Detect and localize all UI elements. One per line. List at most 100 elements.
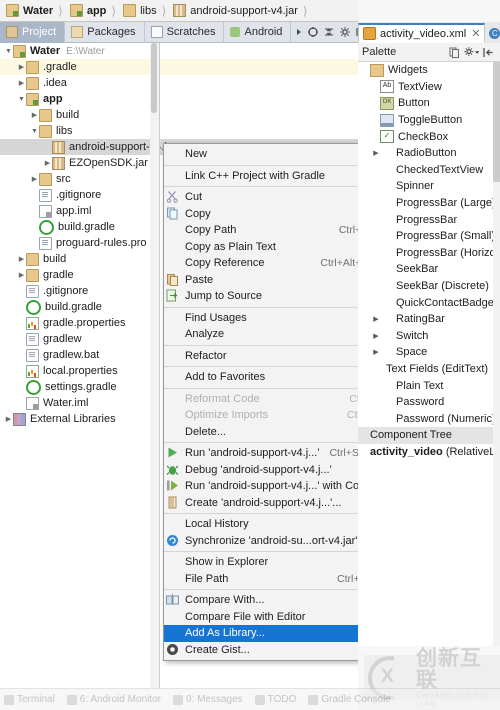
editor-tab-activity-video-xml[interactable]: activity_video.xml ✕ [358, 23, 486, 43]
status-item-0-messages[interactable]: 0: Messages [172, 694, 243, 705]
blank-icon [380, 413, 392, 424]
collapse-all-icon[interactable] [323, 24, 335, 40]
chevron-down-icon[interactable]: ▼ [4, 43, 13, 59]
status-bar[interactable]: Terminal 6: Android Monitor 0: Messages TOD… [0, 688, 500, 710]
chevron-right-icon[interactable]: ▶ [372, 315, 380, 323]
chevron-right-icon[interactable]: ▶ [30, 107, 39, 123]
palette-item-switch[interactable]: ▶ Switch [358, 328, 500, 345]
component-tree-root[interactable]: activity_video (RelativeLayout) [358, 444, 500, 461]
menu-icon-placeholder [166, 626, 181, 640]
palette-copy-icon[interactable] [447, 45, 462, 60]
tree-item--idea[interactable]: ▶ .idea [0, 75, 358, 91]
breadcrumb-item-app[interactable]: app ⟩ [68, 0, 121, 22]
palette-scrollbar[interactable] [493, 62, 500, 646]
palette-item-password[interactable]: Password [358, 394, 500, 411]
palette-item-progressbar-small[interactable]: ProgressBar (Small) [358, 228, 500, 245]
palette-item-ratingbar[interactable]: ▶ RatingBar [358, 311, 500, 328]
palette-item-plain-text[interactable]: Plain Text [358, 377, 500, 394]
palette-item-label: ToggleButton [398, 114, 463, 127]
breadcrumb-item-libs[interactable]: libs ⟩ [121, 0, 171, 22]
palette-item-seekbar[interactable]: SeekBar [358, 261, 500, 278]
chevron-right-icon[interactable]: ▶ [4, 411, 13, 427]
palette-item-button[interactable]: OK Button [358, 95, 500, 112]
file-icon [26, 348, 39, 362]
target-icon[interactable] [307, 24, 319, 40]
file-icon [26, 284, 39, 298]
palette-item-togglebutton[interactable]: ToggleButton [358, 112, 500, 129]
chevron-right-icon[interactable] [295, 24, 303, 40]
chevron-right-icon[interactable]: ▶ [372, 149, 380, 157]
palette-item-label: SeekBar [396, 263, 439, 276]
tree-item-label: Water [30, 45, 61, 57]
iml-icon [26, 396, 39, 410]
chevron-right-icon[interactable]: ▶ [17, 251, 26, 267]
tree-item-app[interactable]: ▼ app [0, 91, 358, 107]
libraries-icon [13, 412, 26, 426]
blank-icon [380, 397, 392, 408]
breadcrumb-label: android-support-v4.jar [190, 4, 298, 17]
chevron-right-icon[interactable]: ▶ [372, 348, 380, 356]
palette-list[interactable]: Widgets Ab TextView OK Button ToggleButton ✓ Ch… [358, 62, 500, 646]
view-tab-scratches[interactable]: Scratches [145, 21, 225, 43]
view-tab-project[interactable]: Project [0, 21, 66, 43]
chevron-down-icon[interactable]: ▼ [17, 91, 26, 107]
palette-item-checkbox[interactable]: ✓ CheckBox [358, 128, 500, 145]
tree-item-label: .gitignore [43, 285, 89, 297]
palette-item-checkedtextview[interactable]: CheckedTextView [358, 162, 500, 179]
tree-item-build[interactable]: ▶ build [0, 107, 358, 123]
tree-scrollbar-thumb[interactable] [151, 43, 157, 113]
status-item-gradle-console[interactable]: Gradle Console [308, 694, 391, 705]
blank-icon [380, 198, 392, 209]
palette-item-quickcontactbadge[interactable]: QuickContactBadge [358, 294, 500, 311]
status-item-todo[interactable]: TODO [254, 694, 296, 705]
togglebutton-icon [380, 113, 394, 127]
palette-hide-icon[interactable] [481, 45, 496, 60]
status-item-terminal[interactable]: Terminal [4, 694, 55, 705]
palette-item-seekbar-discrete[interactable]: SeekBar (Discrete) [358, 278, 500, 295]
breadcrumb-item-android-support-v4-jar[interactable]: android-support-v4.jar ⟩ [171, 0, 312, 22]
chevron-right-icon[interactable]: ▶ [43, 155, 52, 171]
tree-item--gradle[interactable]: ▶ .gradle [0, 59, 358, 75]
tree-item-label: EZOpenSDK.jar [69, 157, 148, 169]
folder-icon [26, 60, 39, 74]
menu-item-label: Optimize Imports [185, 409, 269, 422]
breadcrumb-separator: ⟩ [111, 3, 117, 18]
palette-scrollbar-thumb[interactable] [493, 62, 500, 182]
status-item-6-android-monitor[interactable]: 6: Android Monitor [66, 694, 161, 705]
button-icon: OK [380, 96, 394, 110]
tree-item-libs[interactable]: ▼ libs [0, 123, 358, 139]
palette-item-progressbar-horizontal[interactable]: ProgressBar (Horizontal) [358, 245, 500, 262]
tree-item-water[interactable]: ▼ Water E:\Water [0, 43, 358, 59]
tree-scrollbar[interactable] [150, 43, 160, 688]
chevron-down-icon[interactable]: ▼ [30, 123, 39, 139]
palette-item-progressbar-large[interactable]: ProgressBar (Large) [358, 195, 500, 212]
editor-tab-vi[interactable]: CVi [485, 23, 500, 43]
gradle-icon [26, 379, 41, 395]
menu-item-label: Add to Favorites [185, 371, 266, 384]
palette-item-textview[interactable]: Ab TextView [358, 79, 500, 96]
chevron-right-icon[interactable]: ▶ [30, 171, 39, 187]
palette-item-text-fields-edittext[interactable]: Text Fields (EditText) [358, 361, 500, 378]
paste-icon [166, 273, 181, 287]
palette-item-spinner[interactable]: Spinner [358, 178, 500, 195]
gear-icon[interactable] [339, 24, 351, 40]
android-icon [230, 27, 241, 37]
chevron-right-icon[interactable]: ▶ [17, 267, 26, 283]
breadcrumb-item-water[interactable]: Water ⟩ [4, 0, 68, 22]
view-tab-android[interactable]: Android [224, 21, 292, 43]
chevron-right-icon[interactable]: ▶ [372, 332, 380, 340]
palette-item-space[interactable]: ▶ Space [358, 344, 500, 361]
blank-icon [380, 281, 392, 292]
palette-item-label: Password (Numeric) [396, 412, 496, 425]
chevron-right-icon[interactable]: ▶ [17, 75, 26, 91]
chevron-right-icon[interactable]: ▶ [17, 59, 26, 75]
palette-item-progressbar[interactable]: ProgressBar [358, 211, 500, 228]
palette-gear-icon[interactable] [464, 45, 479, 60]
palette-item-widgets[interactable]: Widgets [358, 62, 500, 79]
close-icon[interactable]: ✕ [471, 27, 480, 40]
view-tab-packages[interactable]: Packages [65, 21, 145, 43]
palette-item-radiobutton[interactable]: ▶ RadioButton [358, 145, 500, 162]
palette-item-password-numeric[interactable]: Password (Numeric) [358, 410, 500, 427]
